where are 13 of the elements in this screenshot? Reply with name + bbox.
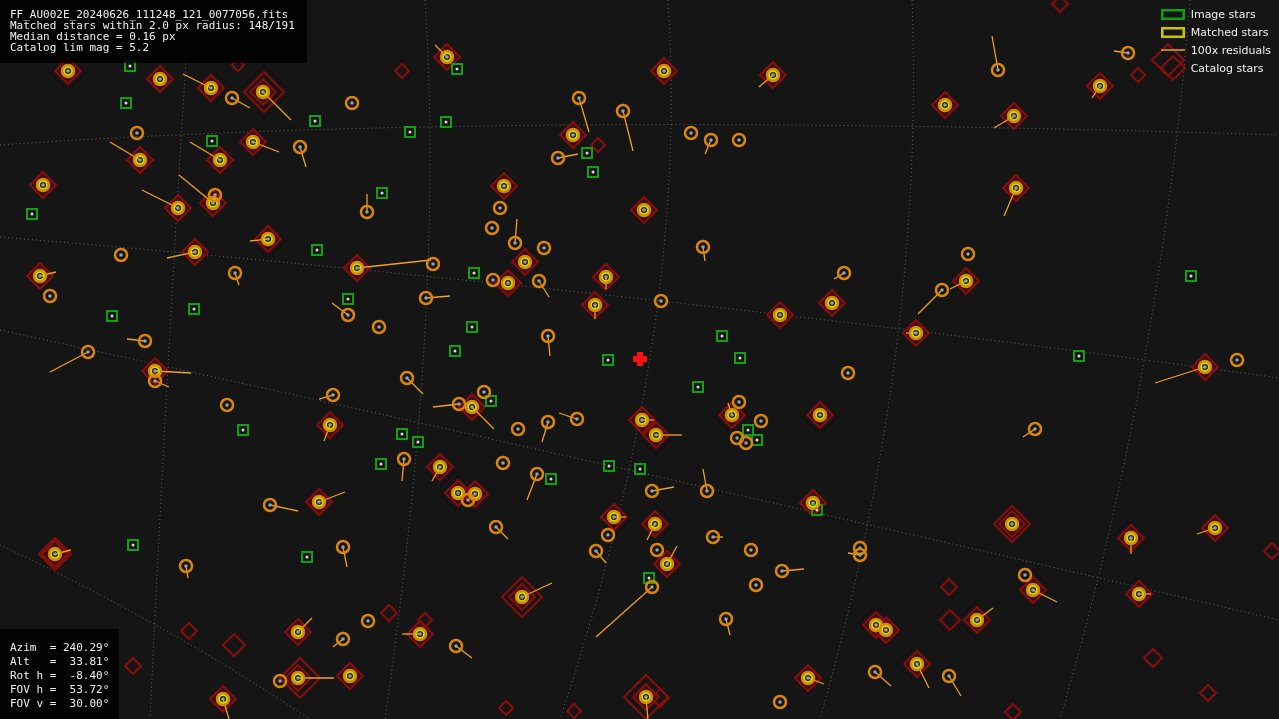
pointing-text: Azim = 240.29° [10,641,110,655]
info-text: Matched stars within 2.0 px radius: 148/191 [10,20,295,31]
pointing-text: FOV v = 30.00° [10,697,110,711]
legend-label: Image stars [1190,7,1256,21]
info-text: Median distance = 0.16 px [10,31,176,42]
legend-label: Matched stars [1190,25,1269,39]
info-text: Catalog lim mag = 5.2 [10,42,151,53]
pointing-text: FOV h = 53.72° [10,683,110,697]
legend-label: Catalog stars [1190,61,1264,75]
pointing-text: Alt = 33.81° [10,655,110,669]
info-text: FF_AU002E_20240626_111248_121_0077056.fits [10,9,290,20]
pointing-text: Rot h = -8.40° [10,669,110,683]
legend-label: 100x residuals [1190,43,1271,57]
